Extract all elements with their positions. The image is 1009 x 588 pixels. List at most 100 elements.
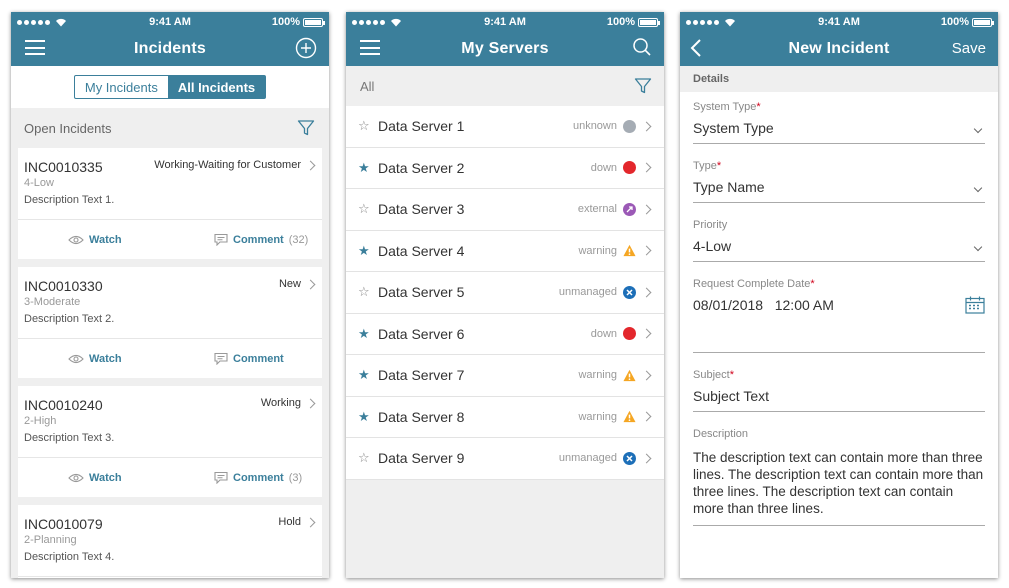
comment-button[interactable]: Comment (3) [214,471,302,484]
comment-icon [214,352,228,365]
star-filled-icon[interactable]: ★ [358,367,370,383]
incident-priority: 3-Moderate [24,296,81,308]
incident-card[interactable]: INC0010240 2-High Description Text 3. Worki… [18,386,322,497]
warning-icon [623,411,636,423]
system-type-value: System Type [693,120,774,136]
request-date-field[interactable]: Request Complete Date* 08/01/2018 12:00 … [693,262,985,353]
star-filled-icon[interactable]: ★ [358,326,370,342]
description-field[interactable]: Description The description text can con… [693,412,985,526]
watch-button[interactable]: Watch [68,353,122,365]
description-value: The description text can contain more th… [693,440,985,526]
server-name: Data Server 8 [378,408,465,425]
field-label: Priority [693,219,728,231]
server-row[interactable]: ★ Data Server 8 warning [346,397,664,438]
incident-card[interactable]: INC0010335 4-Low Description Text 1. Workin… [18,148,322,259]
comment-count: (3) [288,471,303,484]
filter-icon[interactable] [297,119,315,137]
section-title: Open Incidents [24,120,112,136]
add-incident-button[interactable] [295,37,317,63]
tab-all-incidents[interactable]: All Incidents [167,76,266,98]
star-filled-icon[interactable]: ★ [358,160,370,176]
chevron-right-icon [641,453,652,464]
tab-my-incidents[interactable]: My Incidents [75,76,168,98]
comment-label: Comment [233,233,284,246]
search-button[interactable] [632,37,652,61]
back-chevron-icon [690,39,701,57]
filter-icon[interactable] [634,77,652,95]
server-row[interactable]: ☆ Data Server 3 external [346,189,664,231]
server-status: unmanaged [558,452,617,465]
save-button[interactable]: Save [952,40,986,57]
server-row[interactable]: ☆ Data Server 9 unmanaged [346,438,664,480]
incident-card[interactable]: INC0010079 2-Planning Description Text 4. H… [18,505,322,578]
eye-icon [68,235,84,244]
star-filled-icon[interactable]: ★ [358,243,370,259]
server-row[interactable]: ★ Data Server 2 down [346,148,664,189]
star-outline-icon[interactable]: ☆ [358,118,370,134]
unknown-icon [623,119,636,133]
page-title: New Incident [788,40,890,57]
back-button[interactable] [690,38,702,63]
incident-number: INC0010240 [24,397,103,413]
status-bar: 9:41 AM 100% [346,12,664,32]
server-name: Data Server 3 [378,201,465,218]
incident-description: Description Text 1. [24,194,115,206]
system-type-field[interactable]: System Type* System Type [693,92,985,144]
comment-button[interactable]: Comment (32) [214,233,308,246]
type-field[interactable]: Type* Type Name [693,144,985,203]
watch-button[interactable]: Watch [68,234,122,246]
server-status: down [590,327,617,340]
comment-count: (32) [288,233,309,246]
star-outline-icon[interactable]: ☆ [358,284,370,300]
eye-icon [68,354,84,363]
filter-value[interactable]: All [360,79,374,94]
priority-field[interactable]: Priority 4-Low [693,203,985,262]
incident-priority: 2-Planning [24,534,77,546]
comment-button[interactable]: Comment [214,352,289,365]
menu-icon[interactable] [25,39,45,55]
incident-list: INC0010335 4-Low Description Text 1. Workin… [11,148,329,578]
battery-icon [303,17,325,27]
type-value: Type Name [693,179,765,195]
subject-field[interactable]: Subject* Subject Text [693,353,985,412]
down-icon [623,327,636,341]
server-name: Data Server 4 [378,242,465,259]
chevron-right-icon [641,411,652,422]
chevron-right-icon [305,160,316,170]
comment-label: Comment [233,471,284,484]
incident-card[interactable]: INC0010330 3-Moderate Description Text 2. N… [18,267,322,378]
server-row[interactable]: ☆ Data Server 5 unmanaged [346,272,664,314]
server-row[interactable]: ☆ Data Server 1 unknown [346,106,664,148]
required-mark: * [729,369,734,381]
server-name: Data Server 7 [378,367,465,384]
server-row[interactable]: ★ Data Server 4 warning [346,231,664,272]
star-filled-icon[interactable]: ★ [358,409,370,425]
star-outline-icon[interactable]: ☆ [358,201,370,217]
warning-icon [623,245,636,257]
section-title: Details [680,66,998,92]
star-outline-icon[interactable]: ☆ [358,450,370,466]
server-row[interactable]: ★ Data Server 7 warning [346,355,664,397]
server-status: unmanaged [558,286,617,299]
add-circle-icon [295,37,317,59]
unmanaged-icon [623,285,636,299]
field-label: Type [693,160,717,172]
server-status: warning [578,244,617,257]
incident-priority: 2-High [24,415,57,427]
incident-state: Working [260,397,301,409]
servers-screen: 9:41 AM 100% My Servers All ☆ Data Server… [346,12,664,578]
menu-icon[interactable] [360,39,380,55]
external-icon [623,202,636,216]
server-status: warning [578,369,617,382]
chevron-right-icon [641,245,652,256]
chevron-right-icon [641,121,652,132]
server-name: Data Server 6 [378,325,465,342]
chevron-down-icon [973,242,983,252]
watch-button[interactable]: Watch [68,472,122,484]
server-status: external [577,203,617,216]
server-row[interactable]: ★ Data Server 6 down [346,314,664,355]
calendar-icon[interactable] [965,296,985,314]
header: 9:41 AM 100% My Servers [346,12,664,66]
request-date-value: 08/01/2018 12:00 AM [693,297,834,313]
page-title: My Servers [461,40,549,57]
